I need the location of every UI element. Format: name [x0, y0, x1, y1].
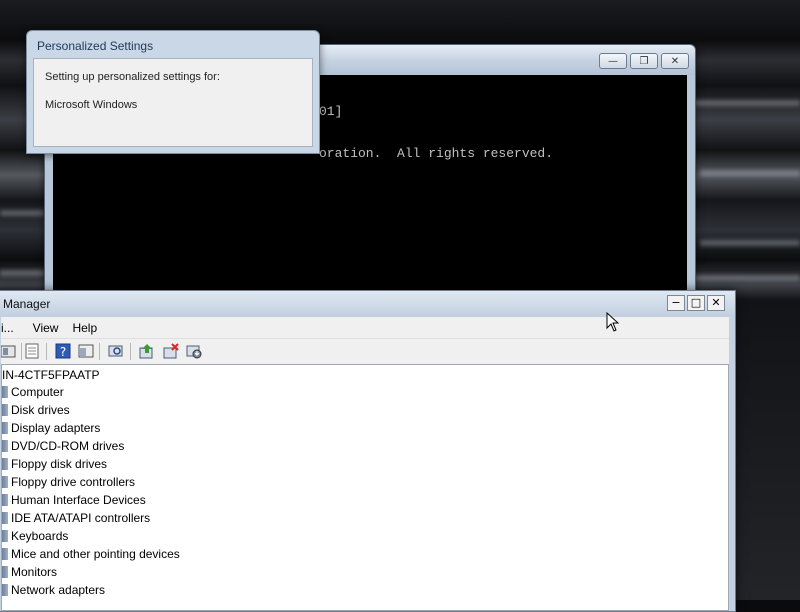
svg-text:?: ? — [60, 345, 66, 359]
device-category-icon — [2, 512, 8, 524]
tree-item-label: Floppy disk drives — [11, 457, 108, 471]
tree-item[interactable]: IDE ATA/ATAPI controllers — [2, 509, 150, 527]
device-manager-window[interactable]: Manager − □ ✕ i... View Help ? IN-4CTF5F… — [0, 290, 736, 612]
dialog-body: Setting up personalized settings for: Mi… — [33, 58, 313, 147]
disable-icon[interactable] — [186, 343, 202, 359]
uninstall-icon[interactable] — [163, 343, 179, 359]
device-tree[interactable]: IN-4CTF5FPAATP Computer Disk drives Disp… — [1, 364, 729, 611]
tree-item-label: Network adapters — [11, 583, 106, 597]
device-category-icon — [2, 530, 8, 542]
tree-item-label: Disk drives — [11, 403, 70, 417]
help-icon[interactable]: ? — [55, 343, 71, 359]
tree-item[interactable]: Floppy drive controllers — [2, 473, 135, 491]
menu-action[interactable]: i... — [1, 321, 21, 335]
tree-item-label: IDE ATA/ATAPI controllers — [11, 511, 151, 525]
tree-item[interactable]: Floppy disk drives — [2, 455, 107, 473]
tree-item-label: Floppy drive controllers — [11, 475, 136, 489]
device-category-icon — [2, 440, 8, 452]
minimize-icon[interactable]: — — [599, 53, 627, 69]
close-icon[interactable]: ✕ — [661, 53, 689, 69]
tree-item-label: DVD/CD-ROM drives — [11, 439, 125, 453]
tree-root-computer-name[interactable]: IN-4CTF5FPAATP — [2, 368, 100, 382]
tree-item[interactable]: Disk drives — [2, 401, 70, 419]
minimize-icon[interactable]: − — [667, 295, 685, 311]
menu-view[interactable]: View — [21, 321, 66, 335]
device-category-icon — [2, 386, 8, 398]
tree-item[interactable]: Display adapters — [2, 419, 100, 437]
dialog-title: Personalized Settings — [37, 39, 154, 53]
properties-icon[interactable] — [24, 343, 40, 359]
back-icon[interactable] — [1, 343, 17, 359]
tree-item[interactable]: Computer — [2, 383, 64, 401]
tree-item[interactable]: Human Interface Devices — [2, 491, 146, 509]
tree-item-label: Display adapters — [11, 421, 101, 435]
tree-item[interactable]: Network adapters — [2, 581, 105, 599]
menu-help[interactable]: Help — [65, 321, 104, 335]
restore-icon[interactable]: ❐ — [630, 53, 658, 69]
tree-item[interactable]: DVD/CD-ROM drives — [2, 437, 124, 455]
tree-item-label: Keyboards — [11, 529, 69, 543]
tree-item-label: Human Interface Devices — [11, 493, 146, 507]
device-category-icon — [2, 566, 8, 578]
update-driver-icon[interactable] — [139, 343, 155, 359]
dialog-message: Setting up personalized settings for: — [45, 71, 220, 83]
device-category-icon — [2, 584, 8, 596]
mouse-cursor-icon — [606, 312, 620, 332]
device-category-icon — [2, 404, 8, 416]
tree-item[interactable]: Monitors — [2, 563, 57, 581]
window-title: Manager — [3, 297, 51, 311]
close-icon[interactable]: ✕ — [707, 295, 725, 311]
maximize-icon[interactable]: □ — [687, 295, 705, 311]
device-category-icon — [2, 548, 8, 560]
tree-item-label: Mice and other pointing devices — [11, 547, 180, 561]
toolbar: ? — [1, 338, 729, 365]
tree-item[interactable]: Keyboards — [2, 527, 68, 545]
view-icon[interactable] — [78, 343, 94, 359]
device-category-icon — [2, 476, 8, 488]
dialog-target: Microsoft Windows — [45, 99, 138, 111]
dm-titlebar[interactable]: Manager − □ ✕ — [0, 291, 735, 317]
tree-item-label: Monitors — [11, 565, 58, 579]
tree-item-label: Computer — [11, 385, 64, 399]
personalized-settings-dialog: Personalized Settings Setting up persona… — [26, 30, 320, 154]
tree-item[interactable]: Mice and other pointing devices — [2, 545, 180, 563]
device-category-icon — [2, 422, 8, 434]
scan-hardware-icon[interactable] — [108, 343, 124, 359]
device-category-icon — [2, 494, 8, 506]
device-category-icon — [2, 458, 8, 470]
